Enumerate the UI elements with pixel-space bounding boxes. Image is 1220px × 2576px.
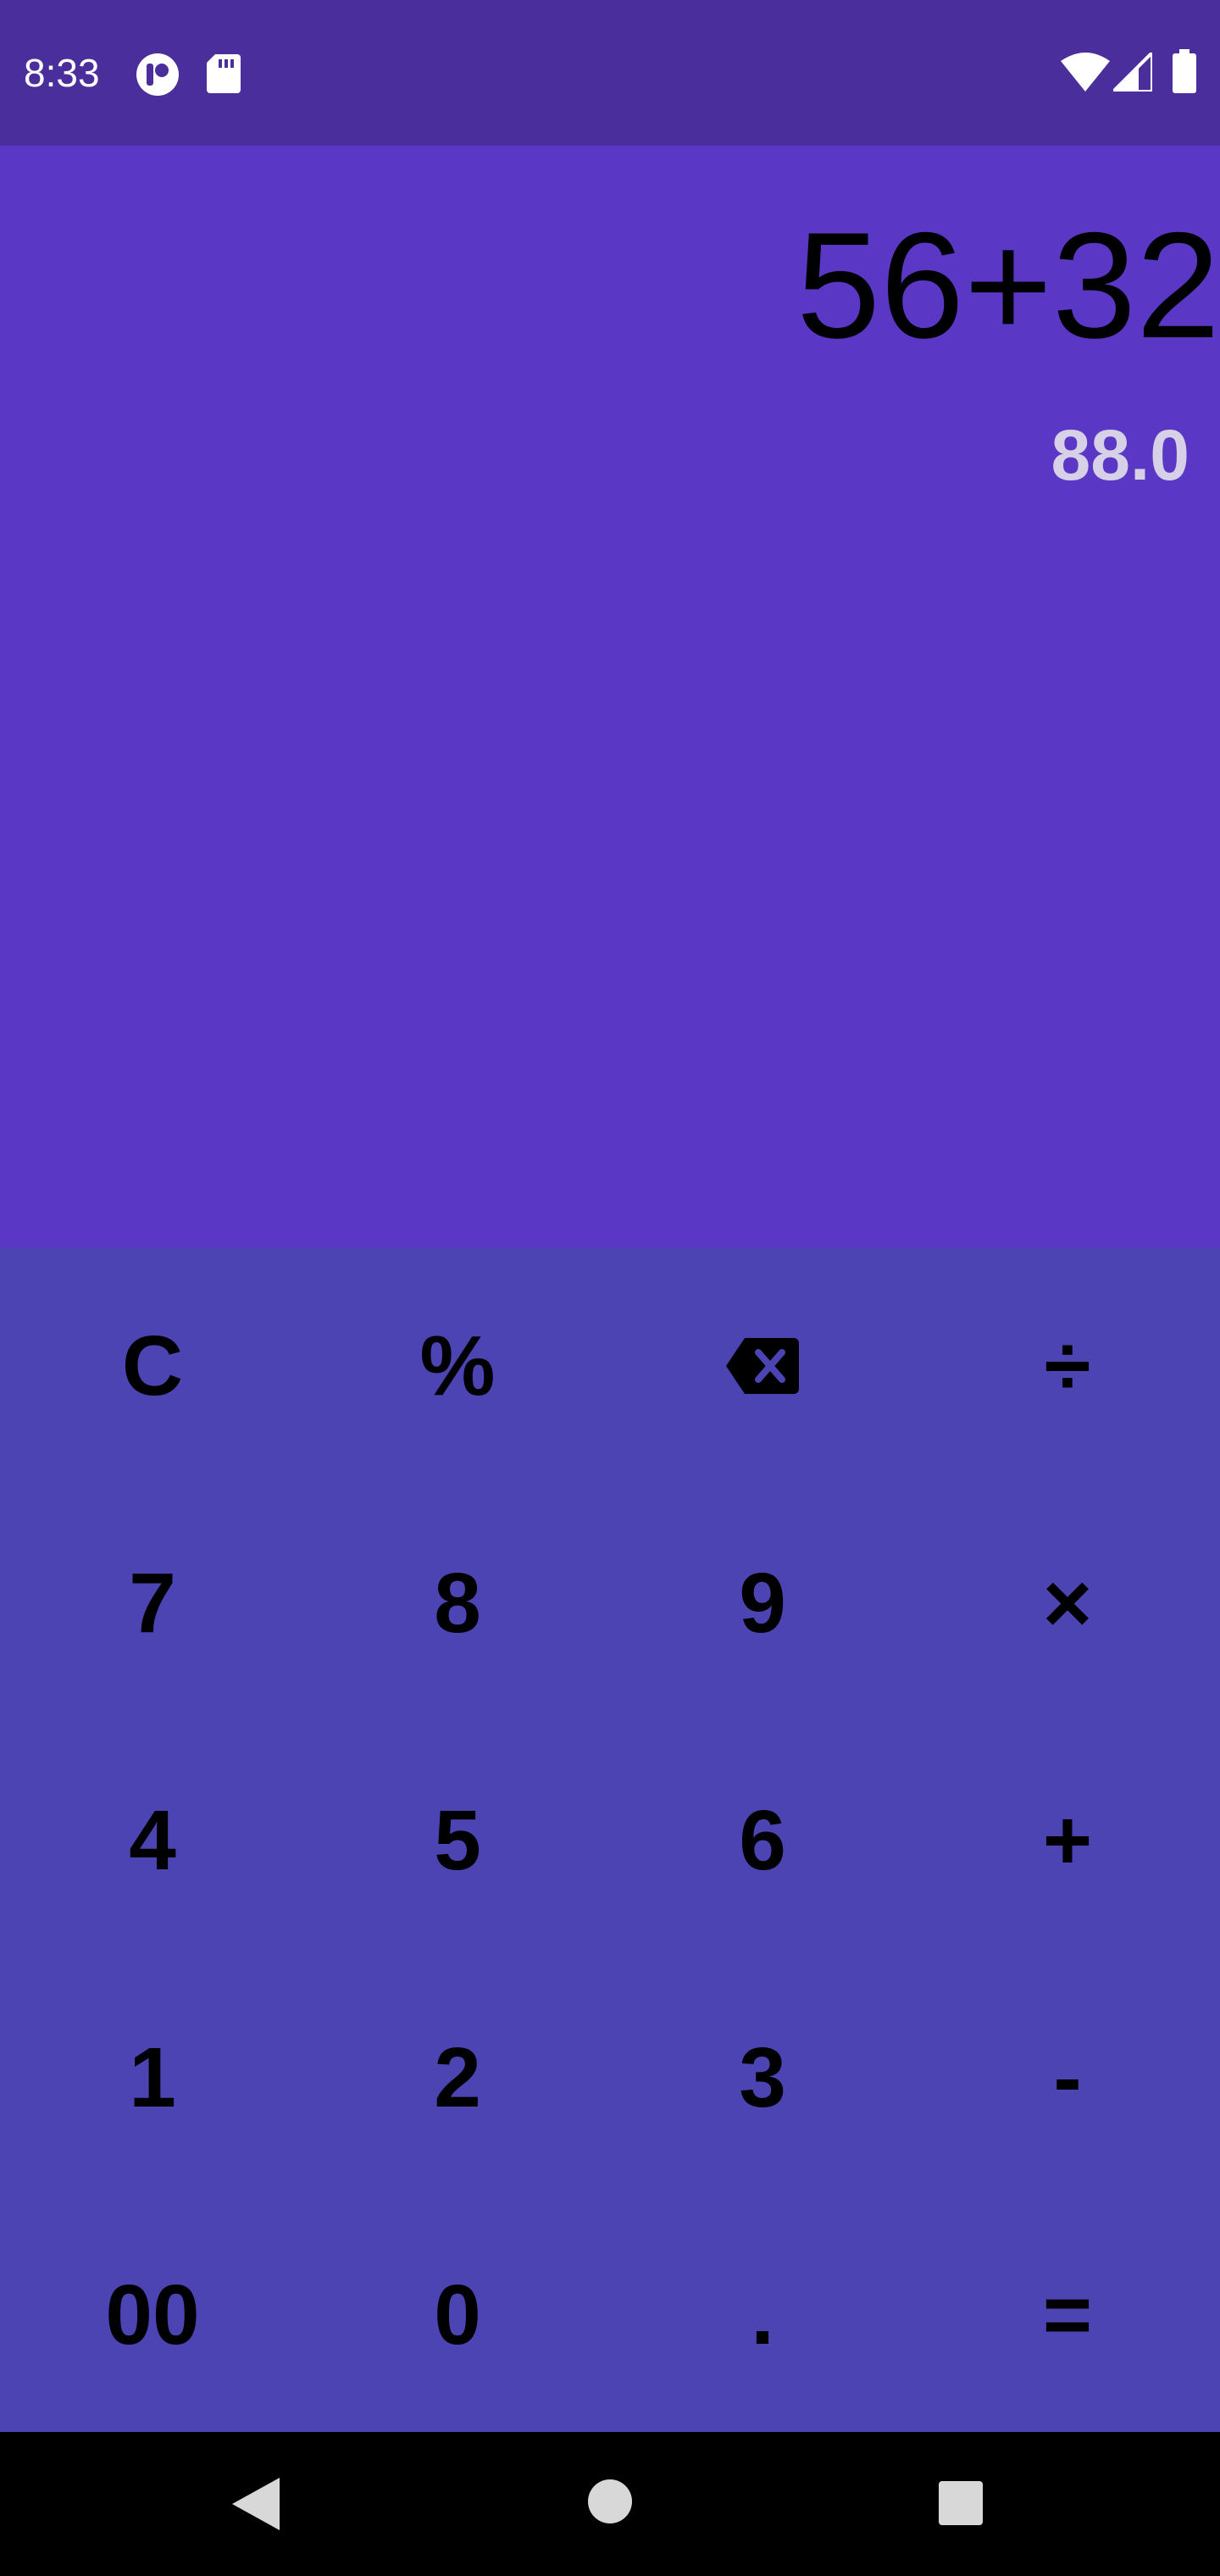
backspace-button[interactable] bbox=[610, 1247, 915, 1485]
digit-1-label: 1 bbox=[129, 2029, 176, 2125]
backspace-icon bbox=[726, 1338, 799, 1394]
calculator-display: 56+32 88.0 bbox=[0, 146, 1220, 1247]
clear-button[interactable]: C bbox=[0, 1247, 305, 1485]
app-badge-icon bbox=[136, 53, 179, 96]
battery-icon bbox=[1173, 49, 1196, 93]
multiply-label: × bbox=[1042, 1555, 1093, 1651]
result-text: 88.0 bbox=[1051, 415, 1190, 495]
percent-button[interactable]: % bbox=[305, 1247, 610, 1485]
digit-0-button[interactable]: 0 bbox=[305, 2196, 610, 2434]
divide-button[interactable]: ÷ bbox=[915, 1247, 1220, 1485]
digit-5-button[interactable]: 5 bbox=[305, 1722, 610, 1959]
home-icon[interactable] bbox=[588, 2479, 632, 2523]
equals-label: = bbox=[1042, 2267, 1093, 2362]
equals-button[interactable]: = bbox=[915, 2196, 1220, 2434]
expression-text[interactable]: 56+32 bbox=[796, 197, 1220, 375]
navigation-bar bbox=[0, 2432, 1220, 2576]
digit-1-button[interactable]: 1 bbox=[0, 1959, 305, 2196]
digit-2-button[interactable]: 2 bbox=[305, 1959, 610, 2196]
digit-9-label: 9 bbox=[739, 1555, 786, 1651]
digit-7-label: 7 bbox=[129, 1555, 176, 1651]
percent-label: % bbox=[419, 1318, 496, 1413]
double-zero-button[interactable]: 00 bbox=[0, 2196, 305, 2434]
digit-8-label: 8 bbox=[434, 1555, 481, 1651]
double-zero-label: 00 bbox=[105, 2267, 200, 2362]
recents-icon[interactable] bbox=[939, 2481, 983, 2525]
digit-3-button[interactable]: 3 bbox=[610, 1959, 915, 2196]
multiply-button[interactable]: × bbox=[915, 1485, 1220, 1722]
subtract-label: - bbox=[1053, 2029, 1082, 2125]
signal-icon bbox=[1113, 53, 1152, 92]
digit-8-button[interactable]: 8 bbox=[305, 1485, 610, 1722]
status-bar: 8:33 bbox=[0, 0, 1220, 146]
add-label: + bbox=[1042, 1792, 1093, 1888]
digit-9-button[interactable]: 9 bbox=[610, 1485, 915, 1722]
subtract-button[interactable]: - bbox=[915, 1959, 1220, 2196]
decimal-point-label: . bbox=[751, 2267, 774, 2362]
status-time: 8:33 bbox=[24, 51, 100, 95]
keypad: C % ÷ 7 8 9 × 4 5 6 + 1 2 3 - 00 0 . = bbox=[0, 1247, 1220, 2432]
digit-5-label: 5 bbox=[434, 1792, 481, 1888]
digit-2-label: 2 bbox=[434, 2029, 481, 2125]
digit-6-label: 6 bbox=[739, 1792, 786, 1888]
sd-card-icon bbox=[207, 54, 241, 93]
wifi-icon bbox=[1061, 53, 1110, 92]
digit-4-button[interactable]: 4 bbox=[0, 1722, 305, 1959]
back-icon[interactable] bbox=[232, 2478, 280, 2530]
add-button[interactable]: + bbox=[915, 1722, 1220, 1959]
digit-7-button[interactable]: 7 bbox=[0, 1485, 305, 1722]
digit-3-label: 3 bbox=[739, 2029, 786, 2125]
digit-6-button[interactable]: 6 bbox=[610, 1722, 915, 1959]
divide-label: ÷ bbox=[1044, 1318, 1091, 1413]
digit-4-label: 4 bbox=[129, 1792, 176, 1888]
digit-0-label: 0 bbox=[434, 2267, 481, 2362]
clear-label: C bbox=[121, 1318, 184, 1413]
decimal-point-button[interactable]: . bbox=[610, 2196, 915, 2434]
